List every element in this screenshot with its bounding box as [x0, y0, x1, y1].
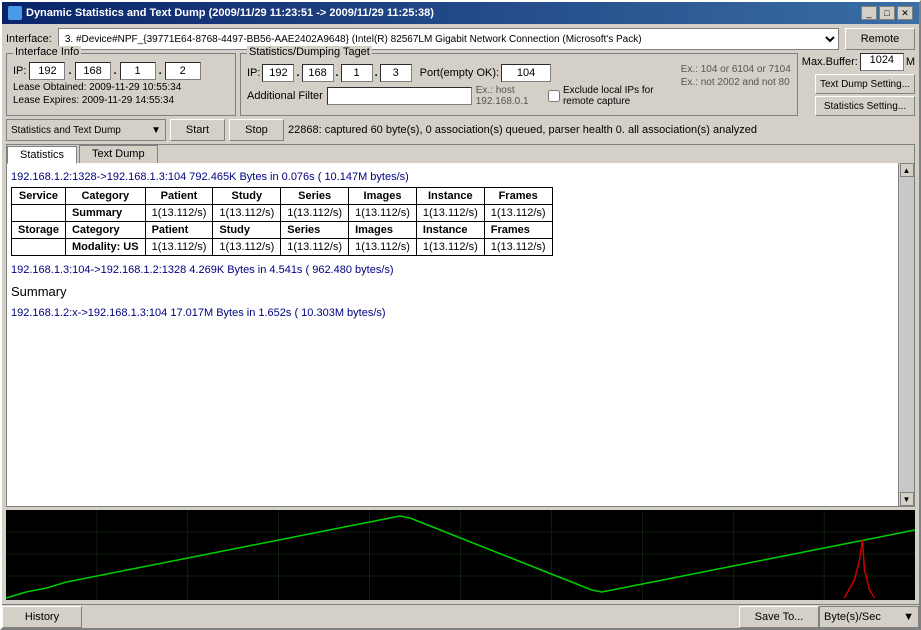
col-service: Service [12, 188, 66, 205]
col-images: Images [349, 188, 417, 205]
graph-svg [6, 510, 915, 600]
target-ip-2[interactable]: 168 [302, 64, 334, 82]
summary-label: Summary [11, 284, 894, 299]
right-panel: Max.Buffer: 1024 M Text Dump Setting... … [802, 53, 915, 116]
col-series: Series [281, 188, 349, 205]
filter-input[interactable] [327, 87, 472, 105]
ip-seg-3[interactable]: 1 [120, 62, 156, 80]
interface-row: Interface: 3. #Device#NPF_{39771E64-8768… [6, 28, 915, 50]
target-ip-row: IP: 192 . 168 . 1 . 3 Port(empty OK): 10… [247, 64, 675, 82]
mode-dropdown[interactable]: Statistics and Text Dump ▼ [6, 119, 166, 141]
max-buffer-input[interactable]: 1024 [860, 53, 904, 71]
stop-button[interactable]: Stop [229, 119, 284, 141]
tab-text-dump[interactable]: Text Dump [79, 145, 158, 163]
window-title: Dynamic Statistics and Text Dump (2009/1… [26, 7, 434, 19]
tab-bar: Statistics Text Dump [7, 145, 914, 163]
col-frames: Frames [484, 188, 552, 205]
vertical-scrollbar[interactable]: ▲ ▼ [898, 163, 914, 506]
col-patient: Patient [145, 188, 213, 205]
tabs-area: Statistics Text Dump 192.168.1.2:1328->1… [6, 144, 915, 507]
interface-info-title: Interface Info [13, 46, 81, 58]
ip-seg-4[interactable]: 2 [165, 62, 201, 80]
connection1-section: 192.168.1.2:1328->192.168.1.3:104 792.46… [11, 171, 894, 256]
summary-section: Summary [11, 284, 894, 299]
max-buffer-unit: M [906, 56, 915, 68]
example1: Ex.: 104 or 6104 or 7104 [681, 64, 791, 75]
col-instance: Instance [416, 188, 484, 205]
filter-label: Additional Filter [247, 90, 323, 102]
port-label: Port(empty OK): [420, 67, 499, 79]
graph-area [6, 510, 915, 600]
history-button[interactable]: History [2, 606, 82, 628]
info-boxes-row: Interface Info IP: 192 . 168 . 1 . 2 Lea… [6, 53, 915, 116]
ip-row: IP: 192 . 168 . 1 . 2 [13, 62, 229, 80]
lease-obtained: Lease Obtained: 2009-11-29 10:55:34 [13, 82, 229, 93]
text-dump-settings-button[interactable]: Text Dump Setting... [815, 74, 915, 94]
connection1-table: Service Category Patient Study Series Im… [11, 187, 553, 256]
target-ip-label: IP: [247, 67, 260, 79]
target-ip-4[interactable]: 3 [380, 64, 412, 82]
title-bar-buttons: _ □ ✕ [861, 6, 913, 20]
example2: Ex.: not 2002 and not 80 [681, 77, 791, 88]
tab-statistics[interactable]: Statistics [7, 146, 77, 164]
exclude-label: Exclude local IPs for remote capture [563, 85, 675, 107]
lease-expires: Lease Expires: 2009-11-29 14:55:34 [13, 95, 229, 106]
filter-example: Ex.: host 192.168.0.1 [476, 85, 544, 107]
minimize-button[interactable]: _ [861, 6, 877, 20]
connection3-section: 192.168.1.2:x->192.168.1.3:104 17.017M B… [11, 307, 894, 319]
filter-row: Additional Filter Ex.: host 192.168.0.1 … [247, 85, 675, 107]
scroll-track[interactable] [900, 177, 914, 492]
maximize-button[interactable]: □ [879, 6, 895, 20]
status-text: 22868: captured 60 byte(s), 0 associatio… [288, 124, 915, 136]
status-bar: History Save To... Byte(s)/Sec ▼ [2, 604, 919, 628]
unit-dropdown[interactable]: Byte(s)/Sec ▼ [819, 606, 919, 628]
port-input[interactable]: 104 [501, 64, 551, 82]
table-row: Summary 1(13.112/s) 1(13.112/s) 1(13.112… [12, 205, 553, 222]
tab-content-area: 192.168.1.2:1328->192.168.1.3:104 792.46… [7, 163, 914, 506]
col-category: Category [65, 188, 145, 205]
controls-row: Statistics and Text Dump ▼ Start Stop 22… [6, 119, 915, 141]
table-row: Storage Category Patient Study Series Im… [12, 222, 553, 239]
exclude-checkbox-row: Exclude local IPs for remote capture [548, 85, 675, 107]
title-bar-text: Dynamic Statistics and Text Dump (2009/1… [8, 6, 434, 20]
statistics-content: 192.168.1.2:1328->192.168.1.3:104 792.46… [7, 163, 898, 506]
save-button[interactable]: Save To... [739, 606, 819, 628]
exclude-checkbox[interactable] [548, 90, 560, 102]
interface-info-box: Interface Info IP: 192 . 168 . 1 . 2 Lea… [6, 53, 236, 116]
main-window: Dynamic Statistics and Text Dump (2009/1… [0, 0, 921, 630]
title-bar: Dynamic Statistics and Text Dump (2009/1… [2, 2, 919, 24]
stats-dumping-title: Statistics/Dumping Taget [247, 46, 372, 58]
max-buffer-row: Max.Buffer: 1024 M [802, 53, 915, 71]
interface-label: Interface: [6, 33, 52, 45]
side-buttons: Text Dump Setting... Statistics Setting.… [815, 74, 915, 116]
content-area: Interface: 3. #Device#NPF_{39771E64-8768… [2, 24, 919, 604]
ip-label: IP: [13, 65, 26, 77]
connection2-section: 192.168.1.3:104->192.168.1.2:1328 4.269K… [11, 264, 894, 276]
ip-seg-2[interactable]: 168 [75, 62, 111, 80]
stats-dumping-box: Statistics/Dumping Taget IP: 192 . 168 .… [240, 53, 798, 116]
target-ip-1[interactable]: 192 [262, 64, 294, 82]
connection3-header: 192.168.1.2:x->192.168.1.3:104 17.017M B… [11, 307, 894, 319]
app-icon [8, 6, 22, 20]
stats-settings-button[interactable]: Statistics Setting... [815, 96, 915, 116]
col-study: Study [213, 188, 281, 205]
connection2-header: 192.168.1.3:104->192.168.1.2:1328 4.269K… [11, 264, 894, 276]
target-ip-3[interactable]: 1 [341, 64, 373, 82]
remote-button[interactable]: Remote [845, 28, 915, 50]
scroll-down-button[interactable]: ▼ [900, 492, 914, 506]
interface-select[interactable]: 3. #Device#NPF_{39771E64-8768-4497-BB56-… [58, 28, 839, 50]
connection1-header: 192.168.1.2:1328->192.168.1.3:104 792.46… [11, 171, 894, 183]
max-buffer-label: Max.Buffer: [802, 56, 858, 68]
table-row: Modality: US 1(13.112/s) 1(13.112/s) 1(1… [12, 239, 553, 256]
scroll-up-button[interactable]: ▲ [900, 163, 914, 177]
ip-seg-1[interactable]: 192 [29, 62, 65, 80]
start-button[interactable]: Start [170, 119, 225, 141]
close-button[interactable]: ✕ [897, 6, 913, 20]
